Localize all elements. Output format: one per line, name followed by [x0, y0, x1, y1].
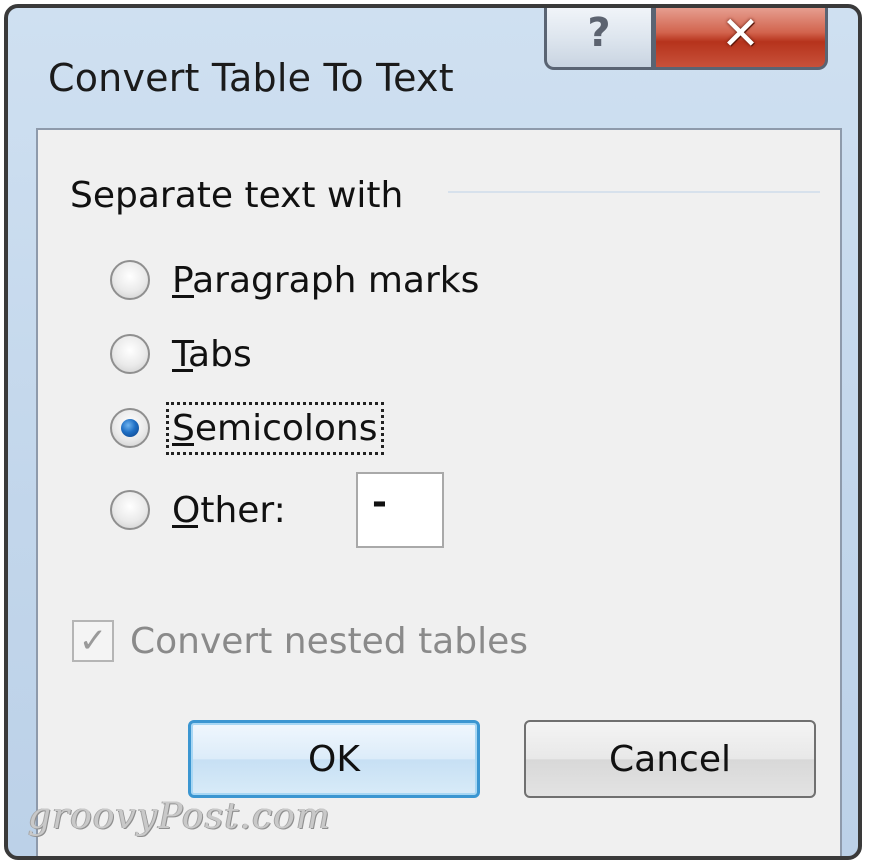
- radio-semicolons-text: Semicolons: [172, 407, 378, 449]
- help-button[interactable]: ?: [544, 8, 654, 70]
- radio-button[interactable]: [110, 490, 150, 530]
- help-icon: ?: [587, 9, 611, 56]
- radio-paragraph-marks-text: Paragraph marks: [172, 259, 480, 301]
- radio-button[interactable]: [110, 334, 150, 374]
- radio-other[interactable]: Other:: [110, 484, 286, 536]
- radio-semicolons[interactable]: Semicolons: [110, 401, 384, 455]
- mnemonic-underline: [172, 294, 194, 298]
- radio-button[interactable]: [110, 260, 150, 300]
- checkmark-icon: ✓: [78, 621, 108, 661]
- radio-paragraph-marks[interactable]: Paragraph marks: [110, 254, 479, 306]
- convert-nested-tables-row[interactable]: ✓ Convert nested tables: [72, 620, 528, 662]
- radio-tabs[interactable]: Tabs: [110, 328, 252, 380]
- separate-text-group-title: Separate text with: [70, 175, 404, 216]
- radio-other-label[interactable]: Other:: [172, 490, 286, 531]
- close-button[interactable]: ✕: [653, 5, 828, 70]
- mnemonic-underline: [172, 368, 193, 372]
- dialog-client-area: Separate text with Paragraph marks Tabs …: [36, 128, 842, 856]
- convert-nested-tables-checkbox[interactable]: ✓: [72, 620, 114, 662]
- watermark: groovyPost.com: [28, 796, 332, 837]
- convert-nested-tables-label[interactable]: Convert nested tables: [130, 621, 528, 662]
- group-divider: [448, 191, 820, 193]
- cancel-button[interactable]: Cancel: [524, 720, 816, 798]
- radio-button-selected[interactable]: [110, 408, 150, 448]
- radio-tabs-label[interactable]: Tabs: [172, 334, 252, 375]
- mnemonic-underline: [172, 442, 194, 446]
- ok-button[interactable]: OK: [188, 720, 480, 798]
- convert-table-to-text-dialog: Convert Table To Text ? ✕ Separate text …: [4, 4, 862, 860]
- other-separator-input[interactable]: -: [356, 472, 444, 548]
- radio-paragraph-marks-label[interactable]: Paragraph marks: [172, 260, 479, 301]
- radio-semicolons-label[interactable]: Semicolons: [166, 401, 384, 455]
- dialog-title: Convert Table To Text: [48, 56, 454, 100]
- mnemonic-underline: [172, 524, 198, 528]
- close-icon: ✕: [721, 5, 760, 60]
